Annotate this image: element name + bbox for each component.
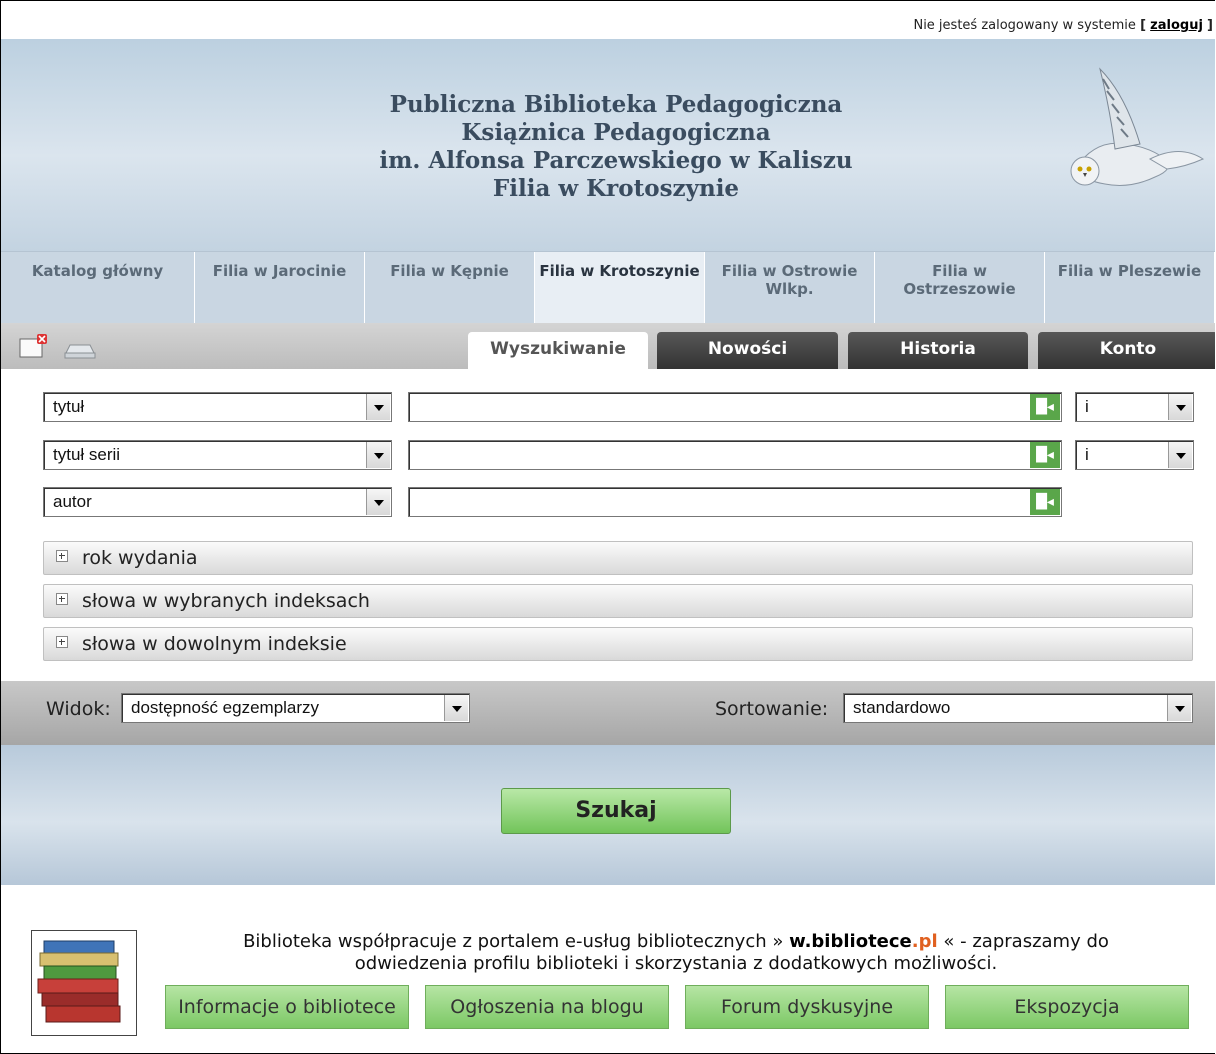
chevron-down-icon[interactable] bbox=[1168, 442, 1192, 468]
sort-label: Sortowanie: bbox=[715, 698, 829, 720]
field-select-value: autor bbox=[53, 492, 92, 511]
branch-tab-kepno[interactable]: Filia w Kępnie bbox=[365, 252, 535, 324]
main-tab-bar: Wyszukiwanie Nowości Historia Konto bbox=[1, 323, 1215, 369]
search-input[interactable]: █◂ bbox=[408, 487, 1062, 517]
chevron-down-icon[interactable] bbox=[366, 442, 390, 468]
library-title-line: Książnica Pedagogiczna bbox=[461, 119, 771, 146]
login-status-text: Nie jesteś zalogowany w systemie bbox=[913, 18, 1136, 33]
footer-text: Biblioteka współpracuje z portalem e-usł… bbox=[191, 931, 1161, 975]
sort-select[interactable]: standardowo bbox=[843, 693, 1193, 723]
branch-tab-ostrzeszow[interactable]: Filia w Ostrzeszowie bbox=[875, 252, 1045, 324]
expand-plus-icon bbox=[56, 636, 68, 648]
footer-button-ogloszenia[interactable]: Ogłoszenia na blogu bbox=[425, 985, 669, 1029]
expander-wybrane-indeksy[interactable]: słowa w wybranych indeksach bbox=[43, 584, 1193, 618]
library-title-line: Publiczna Biblioteka Pedagogiczna bbox=[389, 91, 843, 118]
expander-label: rok wydania bbox=[82, 547, 198, 569]
books-stack-icon bbox=[37, 940, 121, 1023]
chevron-down-icon[interactable] bbox=[366, 394, 390, 420]
portal-link-tld[interactable]: .pl bbox=[912, 931, 938, 952]
login-link[interactable]: zaloguj bbox=[1150, 18, 1203, 33]
login-open-bracket: [ bbox=[1140, 18, 1147, 33]
field-select[interactable]: tytuł serii bbox=[43, 440, 392, 470]
view-select[interactable]: dostępność egzemplarzy bbox=[121, 693, 470, 723]
footer-button-forum[interactable]: Forum dyskusyjne bbox=[685, 985, 929, 1029]
library-title: Publiczna Biblioteka Pedagogiczna Książn… bbox=[301, 91, 931, 203]
branch-tab-krotoszyn[interactable]: Filia w Krotoszynie bbox=[535, 252, 705, 324]
operator-select-value: i bbox=[1085, 445, 1089, 464]
search-button[interactable]: Szukaj bbox=[501, 788, 731, 834]
footer-button-informacje[interactable]: Informacje o bibliotece bbox=[165, 985, 409, 1029]
expander-label: słowa w wybranych indeksach bbox=[82, 590, 370, 612]
login-status: Nie jesteś zalogowany w systemie [ zalog… bbox=[913, 18, 1213, 33]
operator-select[interactable]: i bbox=[1075, 440, 1194, 470]
books-logo-icon[interactable] bbox=[31, 930, 137, 1036]
index-browse-icon[interactable]: █◂ bbox=[1030, 394, 1060, 420]
index-browse-icon[interactable]: █◂ bbox=[1030, 489, 1060, 515]
branch-tab-ostrow[interactable]: Filia w Ostrowie Wlkp. bbox=[705, 252, 875, 324]
tab-historia[interactable]: Historia bbox=[848, 332, 1028, 369]
field-select-value: tytuł serii bbox=[53, 445, 121, 464]
new-window-icon[interactable] bbox=[19, 333, 51, 361]
search-input[interactable]: █◂ bbox=[408, 440, 1062, 470]
footer: Biblioteka współpracuje z portalem e-usł… bbox=[1, 885, 1215, 1053]
chevron-down-icon[interactable] bbox=[366, 489, 390, 515]
expander-dowolny-indeks[interactable]: słowa w dowolnym indeksie bbox=[43, 627, 1193, 661]
tab-nowosci[interactable]: Nowości bbox=[657, 332, 838, 369]
branch-tabs: Katalog główny Filia w Jarocinie Filia w… bbox=[1, 251, 1215, 324]
tab-wyszukiwanie[interactable]: Wyszukiwanie bbox=[468, 332, 648, 369]
print-icon[interactable] bbox=[62, 333, 96, 361]
expander-label: słowa w dowolnym indeksie bbox=[82, 633, 347, 655]
view-label: Widok: bbox=[46, 698, 111, 720]
field-select[interactable]: tytuł bbox=[43, 392, 392, 422]
operator-select-value: i bbox=[1085, 397, 1089, 416]
field-select[interactable]: autor bbox=[43, 487, 392, 517]
view-sort-bar: Widok: dostępność egzemplarzy Sortowanie… bbox=[1, 681, 1215, 745]
library-title-line: Filia w Krotoszynie bbox=[492, 175, 740, 202]
top-bar: Nie jesteś zalogowany w systemie [ zalog… bbox=[1, 1, 1215, 39]
expander-rok-wydania[interactable]: rok wydania bbox=[43, 541, 1193, 575]
tab-konto[interactable]: Konto bbox=[1038, 332, 1215, 369]
chevron-down-icon[interactable] bbox=[1168, 394, 1192, 420]
footer-text-before: Biblioteka współpracuje z portalem e-usł… bbox=[243, 931, 784, 952]
branch-tab-jarocin[interactable]: Filia w Jarocinie bbox=[195, 252, 365, 324]
footer-button-ekspozycja[interactable]: Ekspozycja bbox=[945, 985, 1189, 1029]
branch-tab-pleszew[interactable]: Filia w Pleszewie bbox=[1045, 252, 1215, 324]
search-button-area: Szukaj bbox=[1, 745, 1215, 885]
page: Nie jesteś zalogowany w systemie [ zalog… bbox=[0, 0, 1215, 1054]
tab-bar-icons bbox=[19, 333, 96, 365]
portal-link[interactable]: w.bibliotece bbox=[789, 931, 912, 952]
chevron-down-icon[interactable] bbox=[444, 695, 468, 721]
header-banner: Publiczna Biblioteka Pedagogiczna Książn… bbox=[1, 39, 1215, 251]
login-close-bracket: ] bbox=[1207, 18, 1213, 33]
branch-tab-katalog[interactable]: Katalog główny bbox=[1, 252, 195, 324]
library-title-line: im. Alfonsa Parczewskiego w Kaliszu bbox=[379, 147, 853, 174]
field-select-value: tytuł bbox=[53, 397, 85, 416]
search-form: tytuł █◂ i tytuł serii █◂ i autor █◂ rok… bbox=[1, 369, 1215, 681]
expand-plus-icon bbox=[56, 593, 68, 605]
expand-plus-icon bbox=[56, 550, 68, 562]
owl-logo-icon bbox=[1070, 67, 1205, 186]
operator-select[interactable]: i bbox=[1075, 392, 1194, 422]
sort-select-value: standardowo bbox=[853, 698, 951, 717]
index-browse-icon[interactable]: █◂ bbox=[1030, 442, 1060, 468]
view-select-value: dostępność egzemplarzy bbox=[131, 698, 320, 717]
chevron-down-icon[interactable] bbox=[1167, 695, 1191, 721]
search-input[interactable]: █◂ bbox=[408, 392, 1062, 422]
